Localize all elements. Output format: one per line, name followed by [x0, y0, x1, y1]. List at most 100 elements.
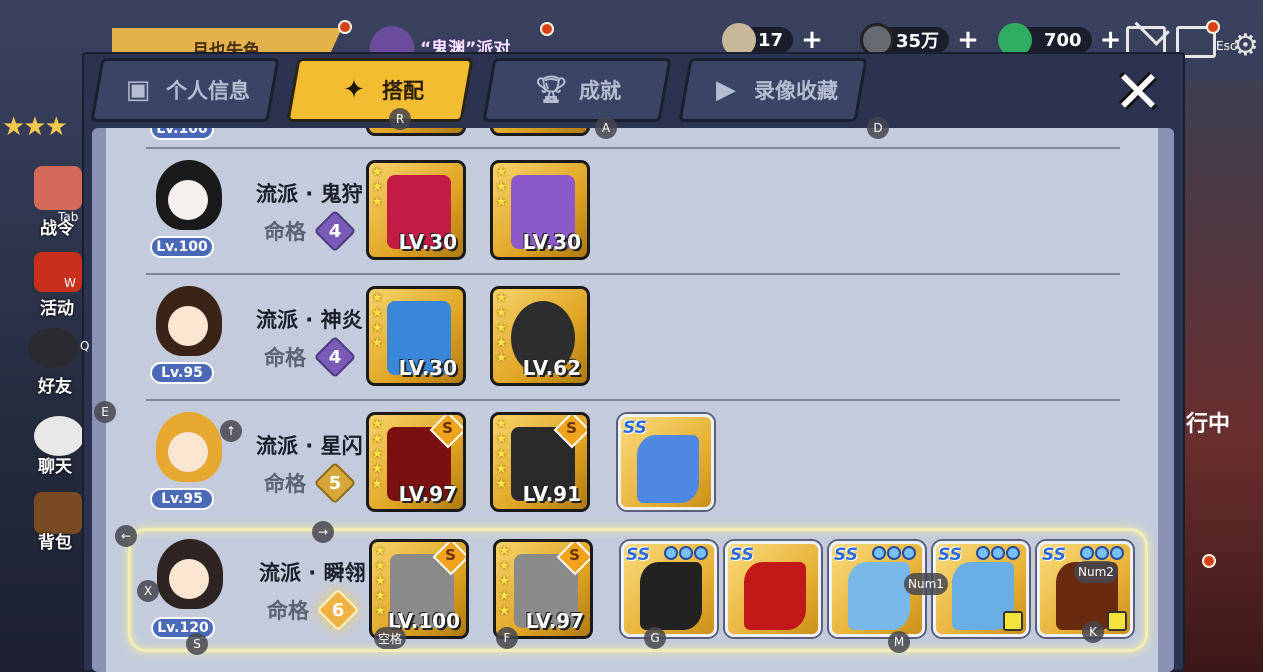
tab-profile[interactable]: ▣ 个人信息	[90, 58, 280, 122]
character-avatar[interactable]	[146, 282, 232, 364]
weapon-slot[interactable]: S ★ ★ ★ ★ ★ LV.100	[369, 539, 469, 639]
right-side-scene: 行中	[1182, 80, 1263, 672]
weapon-stars: ★ ★ ★ ★ ★	[495, 416, 508, 492]
weapon-slot[interactable]: S ★ ★ ★ ★ ★ LV.91	[490, 412, 590, 512]
fate-rank-icon: 6	[321, 593, 355, 627]
row-divider	[146, 147, 1120, 149]
key-hint-q: Q	[80, 339, 90, 353]
key-hint-space: 空格	[374, 627, 407, 649]
key-hint-num2: Num2	[1074, 561, 1118, 583]
accessory-grade: SS	[938, 545, 962, 565]
accessory-art-icon	[637, 435, 699, 503]
tab-replays[interactable]: ▶ 录像收藏	[678, 58, 868, 122]
close-button[interactable]: ✕	[1112, 63, 1164, 121]
equipped-marker-icon	[1003, 611, 1023, 631]
weapon-stars: ★ ★ ★	[371, 164, 384, 210]
weapon-slot[interactable]: ★ ★ ★ ★ ★ LV.62	[490, 286, 590, 386]
loadout-list-frame: Lv.100 Lv.100 流派 · 鬼狩 命格 4 ★ ★ ★ LV.30 ★ ★ ★…	[92, 128, 1174, 672]
key-hint-w: W	[64, 276, 76, 290]
weapon-stars: ★ ★ ★ ★ ★	[374, 543, 387, 619]
school-name: 流派 · 神炎	[256, 308, 363, 332]
battle-pass-icon[interactable]	[34, 166, 82, 210]
tab-loadout-label: 搭配	[382, 79, 424, 103]
character-avatar[interactable]	[146, 156, 232, 238]
row-divider	[146, 658, 1120, 660]
weapon-slot[interactable]	[366, 128, 466, 136]
fate-rank-icon: 5	[318, 466, 352, 500]
key-hint-esc: Esc	[1216, 39, 1237, 53]
play-icon: ▶	[716, 75, 736, 105]
accessory-grade: SS	[623, 418, 647, 438]
accessory-art-icon	[744, 562, 806, 630]
weapon-stars: ★ ★ ★ ★	[371, 290, 384, 351]
upgrade-orbs	[664, 546, 708, 560]
accessory-slot[interactable]: SS	[621, 541, 717, 637]
weapon-slot[interactable]: ★ ★ ★ LV.30	[366, 160, 466, 260]
weapon-stars: ★ ★ ★ ★ ★	[498, 543, 511, 619]
weapon-level: LV.97	[525, 609, 584, 633]
notification-dot	[1202, 554, 1216, 568]
key-hint-tab: Tab	[58, 210, 79, 224]
key-hint-g: G	[644, 627, 666, 649]
accessory-grade: SS	[730, 545, 754, 565]
trophy-icon: 🏆︎	[534, 75, 568, 105]
weapon-slot[interactable]: S ★ ★ ★ ★ ★ LV.97	[493, 539, 593, 639]
notification-dot	[1206, 20, 1220, 34]
level-badge: Lv.95	[150, 488, 214, 510]
equipped-marker-icon	[1107, 611, 1127, 631]
level-badge: Lv.95	[150, 362, 214, 384]
key-hint-r: R	[389, 108, 411, 130]
fate-label: 命格	[264, 220, 306, 244]
key-hint-right: →	[312, 521, 334, 543]
rank-stars-icon: ★★★	[2, 112, 68, 142]
accessory-slot[interactable]: SS	[933, 541, 1029, 637]
loadout-row-selected[interactable]: Lv.120 流派 · 瞬翎 命格 6 S ★ ★ ★ ★ ★ LV.100 S ★ ★ ★…	[128, 528, 1148, 652]
key-hint-x: X	[137, 580, 159, 602]
tab-achievements-label: 成就	[579, 79, 621, 103]
accessory-slot[interactable]: SS	[618, 414, 714, 510]
character-avatar[interactable]	[146, 408, 232, 490]
fate-rank-icon: 4	[318, 340, 352, 374]
loadout-row[interactable]: Lv.100 流派 · 鬼狩 命格 4 ★ ★ ★ LV.30 ★ ★ ★ LV.30	[106, 152, 1158, 272]
loadout-row[interactable]: Lv.95 流派 · 星闪 命格 5 S ★ ★ ★ ★ ★ LV.97 S ★ ★ ★ ★ ★…	[106, 404, 1158, 524]
tab-loadout[interactable]: ✦ 搭配	[286, 58, 474, 122]
tab-achievements[interactable]: 🏆︎ 成就	[482, 58, 672, 122]
chat-bubble-icon[interactable]	[34, 416, 84, 456]
upgrade-orbs	[872, 546, 916, 560]
notification-dot	[338, 20, 352, 34]
side-menu-activities[interactable]: 活动	[40, 294, 74, 319]
row-divider	[146, 399, 1120, 401]
diamond-star-icon: ✦	[343, 75, 365, 105]
side-menu-backpack[interactable]: 背包	[38, 528, 72, 553]
weapon-level: LV.97	[398, 482, 457, 506]
add-jade-button[interactable]: +	[1100, 25, 1122, 55]
weapon-level: LV.30	[398, 230, 457, 254]
weapon-slot[interactable]: ★ ★ ★ LV.30	[490, 160, 590, 260]
upgrade-orbs	[1080, 546, 1124, 560]
loadout-list[interactable]: Lv.100 Lv.100 流派 · 鬼狩 命格 4 ★ ★ ★ LV.30 ★ ★ ★…	[106, 128, 1158, 672]
key-hint-num1: Num1	[904, 573, 948, 595]
right-scene-text: 行中	[1186, 412, 1231, 437]
side-menu-chat[interactable]: 聊天	[38, 452, 72, 477]
side-menu-friends[interactable]: 好友	[38, 372, 72, 397]
character-avatar[interactable]	[147, 535, 233, 617]
weapon-slot[interactable]: ★ ★ ★ ★ LV.30	[366, 286, 466, 386]
weapon-slot[interactable]: S ★ ★ ★ ★ ★ LV.97	[366, 412, 466, 512]
tab-profile-label: 个人信息	[166, 79, 250, 103]
add-coin-button[interactable]: +	[957, 25, 979, 55]
row-divider	[146, 273, 1120, 275]
fate-label: 命格	[264, 346, 306, 370]
accessory-art-icon	[848, 562, 910, 630]
ninja-friend-icon[interactable]	[28, 328, 78, 368]
key-hint-k: K	[1082, 621, 1104, 643]
key-hint-m: M	[888, 631, 910, 653]
key-hint-f: F	[496, 627, 518, 649]
weapon-level: LV.62	[522, 356, 581, 380]
accessory-slot[interactable]: SS	[725, 541, 821, 637]
add-rice-button[interactable]: +	[801, 25, 823, 55]
key-hint-s: S	[186, 633, 208, 655]
key-hint-d: D	[867, 117, 889, 139]
weapon-stars: ★ ★ ★ ★ ★	[495, 290, 508, 366]
weapon-slot[interactable]	[490, 128, 590, 136]
loadout-row[interactable]: Lv.95 流派 · 神炎 命格 4 ★ ★ ★ ★ LV.30 ★ ★ ★ ★ ★ LV.6…	[106, 278, 1158, 398]
